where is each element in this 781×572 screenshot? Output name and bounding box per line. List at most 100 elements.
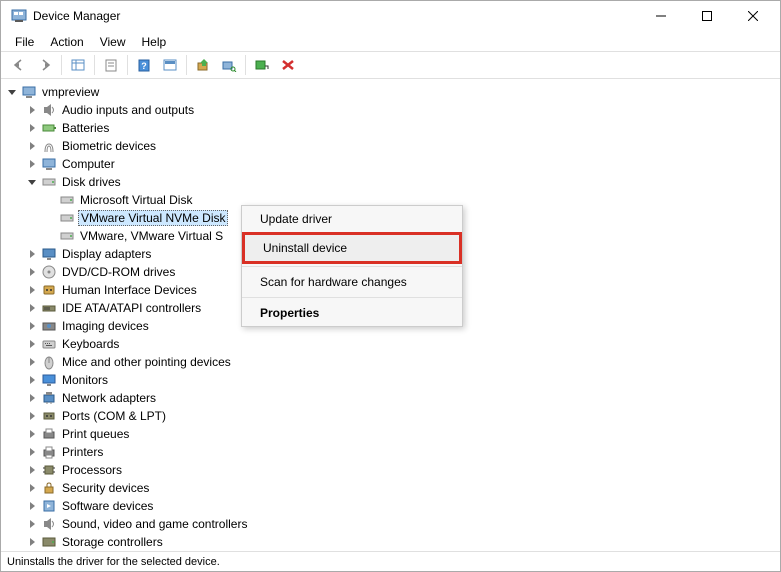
minimize-button[interactable] (638, 1, 684, 31)
tree-node[interactable]: Network adapters (3, 389, 778, 407)
forward-button[interactable] (33, 54, 57, 76)
menubar: File Action View Help (1, 31, 780, 51)
device-tree[interactable]: vmpreview Audio inputs and outputs Batter… (1, 79, 780, 551)
disk-icon (59, 228, 75, 244)
node-label: Network adapters (60, 391, 158, 405)
audio-icon (41, 102, 57, 118)
chevron-right-icon[interactable] (25, 355, 39, 369)
window-title: Device Manager (33, 9, 638, 23)
menu-help[interactable]: Help (134, 33, 175, 49)
node-label: Display adapters (60, 247, 153, 261)
chevron-right-icon[interactable] (25, 535, 39, 549)
chevron-right-icon[interactable] (25, 247, 39, 261)
dvd-icon (41, 264, 57, 280)
node-label: Printers (60, 445, 105, 459)
computer-icon (41, 156, 57, 172)
chevron-right-icon[interactable] (25, 445, 39, 459)
chevron-right-icon[interactable] (25, 139, 39, 153)
chevron-right-icon[interactable] (25, 517, 39, 531)
chevron-right-icon[interactable] (25, 427, 39, 441)
action-button[interactable] (158, 54, 182, 76)
uninstall-button[interactable] (276, 54, 300, 76)
chevron-right-icon[interactable] (25, 391, 39, 405)
chevron-right-icon[interactable] (25, 463, 39, 477)
cpu-icon (41, 462, 57, 478)
tree-node[interactable]: Computer (3, 155, 778, 173)
menu-file[interactable]: File (7, 33, 42, 49)
tree-node[interactable]: Mice and other pointing devices (3, 353, 778, 371)
maximize-button[interactable] (684, 1, 730, 31)
app-icon (11, 8, 27, 24)
ctx-separator (242, 266, 462, 267)
tree-node[interactable]: Storage controllers (3, 533, 778, 551)
node-label: Human Interface Devices (60, 283, 199, 297)
toolbar: ? (1, 51, 780, 79)
chevron-right-icon[interactable] (25, 319, 39, 333)
window-controls (638, 1, 776, 31)
node-label: Ports (COM & LPT) (60, 409, 168, 423)
statusbar: Uninstalls the driver for the selected d… (1, 551, 780, 571)
tree-node[interactable]: Monitors (3, 371, 778, 389)
properties-button[interactable] (99, 54, 123, 76)
chevron-right-icon[interactable] (25, 337, 39, 351)
back-button[interactable] (7, 54, 31, 76)
node-label: Storage controllers (60, 535, 165, 549)
keyboard-icon (41, 336, 57, 352)
tree-node[interactable]: Print queues (3, 425, 778, 443)
tree-node[interactable]: Sound, video and game controllers (3, 515, 778, 533)
chevron-right-icon[interactable] (25, 481, 39, 495)
imaging-icon (41, 318, 57, 334)
monitor-icon (41, 372, 57, 388)
chevron-right-icon[interactable] (25, 373, 39, 387)
chevron-down-icon[interactable] (5, 85, 19, 99)
update-driver-button[interactable] (191, 54, 215, 76)
node-label: Audio inputs and outputs (60, 103, 196, 117)
chevron-right-icon[interactable] (25, 301, 39, 315)
chevron-right-icon[interactable] (25, 157, 39, 171)
enable-device-button[interactable] (250, 54, 274, 76)
chevron-right-icon[interactable] (25, 409, 39, 423)
chevron-right-icon[interactable] (25, 121, 39, 135)
node-label: Keyboards (60, 337, 121, 351)
help-button[interactable]: ? (132, 54, 156, 76)
chevron-down-icon[interactable] (25, 175, 39, 189)
node-label: Processors (60, 463, 124, 477)
tree-root[interactable]: vmpreview (3, 83, 778, 101)
tree-node[interactable]: Processors (3, 461, 778, 479)
chevron-right-icon[interactable] (25, 499, 39, 513)
software-icon (41, 498, 57, 514)
security-icon (41, 480, 57, 496)
node-label: Disk drives (60, 175, 123, 189)
node-label: VMware, VMware Virtual S (78, 229, 225, 243)
tree-node[interactable]: Security devices (3, 479, 778, 497)
node-label: Security devices (60, 481, 151, 495)
ctx-uninstall-device[interactable]: Uninstall device (242, 232, 462, 264)
show-hide-tree-button[interactable] (66, 54, 90, 76)
tree-node[interactable]: Printers (3, 443, 778, 461)
chevron-right-icon[interactable] (25, 283, 39, 297)
disk-icon (59, 192, 75, 208)
chevron-right-icon[interactable] (25, 265, 39, 279)
printer-icon (41, 444, 57, 460)
tree-node[interactable]: Biometric devices (3, 137, 778, 155)
scan-hardware-button[interactable] (217, 54, 241, 76)
battery-icon (41, 120, 57, 136)
tree-node[interactable]: Keyboards (3, 335, 778, 353)
tree-node[interactable]: Batteries (3, 119, 778, 137)
tree-node[interactable]: Disk drives (3, 173, 778, 191)
node-label: Print queues (60, 427, 131, 441)
ctx-separator (242, 297, 462, 298)
ctx-scan-hardware[interactable]: Scan for hardware changes (242, 269, 462, 295)
ctx-update-driver[interactable]: Update driver (242, 206, 462, 232)
menu-view[interactable]: View (92, 33, 134, 49)
node-label: vmpreview (40, 85, 101, 99)
ctx-properties[interactable]: Properties (242, 300, 462, 326)
tree-node[interactable]: Software devices (3, 497, 778, 515)
chevron-right-icon[interactable] (25, 103, 39, 117)
disk-icon (41, 174, 57, 190)
tree-node[interactable]: Audio inputs and outputs (3, 101, 778, 119)
close-button[interactable] (730, 1, 776, 31)
menu-action[interactable]: Action (42, 33, 91, 49)
tree-node[interactable]: Ports (COM & LPT) (3, 407, 778, 425)
hid-icon (41, 282, 57, 298)
